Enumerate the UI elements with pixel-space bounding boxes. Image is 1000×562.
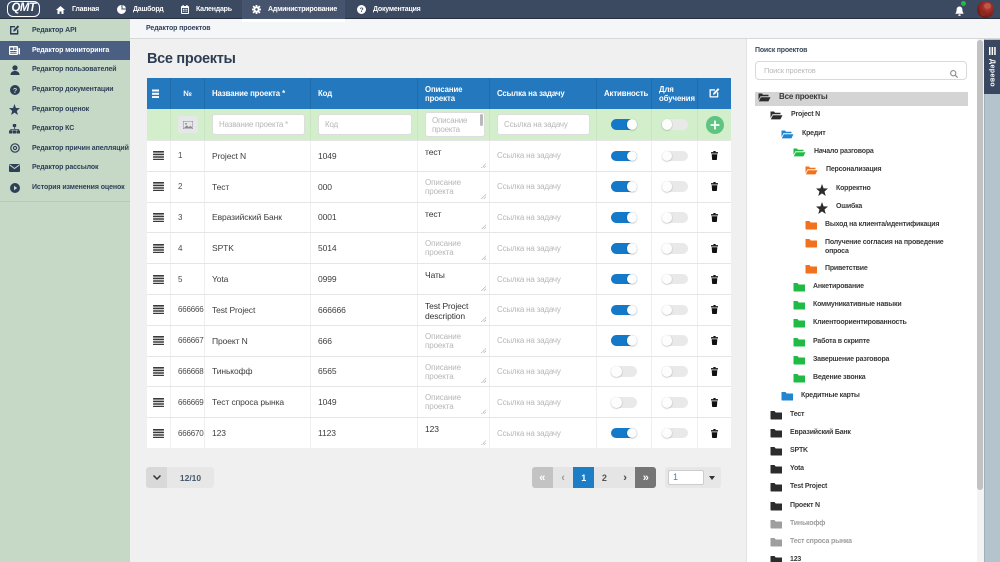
svg-text:?: ? xyxy=(12,85,16,94)
svg-text:?: ? xyxy=(360,7,364,14)
